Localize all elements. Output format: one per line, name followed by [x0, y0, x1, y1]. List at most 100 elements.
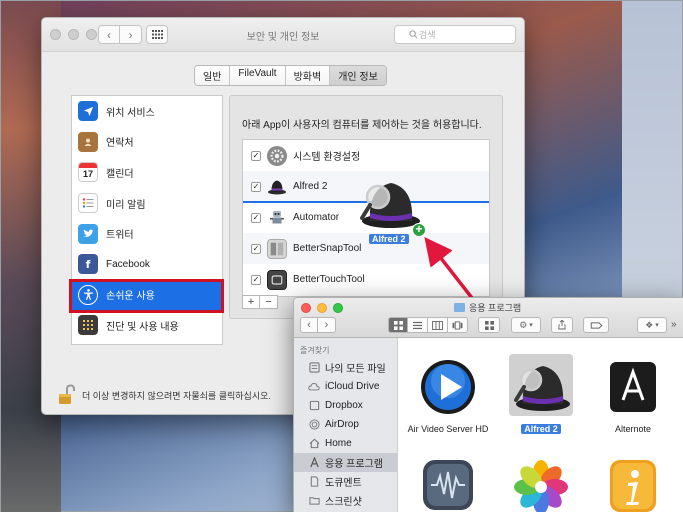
- sidebar-item-icloud-drive[interactable]: iCloud Drive: [294, 377, 397, 396]
- share-icon: [558, 320, 566, 330]
- sidebar-item-diagnostics[interactable]: 진단 및 사용 내용: [72, 310, 222, 341]
- app-checkbox[interactable]: ✓: [251, 150, 261, 161]
- sidebar-item-accessibility[interactable]: 손쉬운 사용: [72, 279, 222, 311]
- remove-app-button[interactable]: −: [260, 295, 278, 309]
- app-checkbox[interactable]: ✓: [251, 181, 261, 192]
- finder-titlebar: 응용 프로그램 ‹ › ⚙ ▾ ❖ ▾ »: [294, 298, 683, 338]
- air-video-play-icon: [421, 360, 475, 414]
- app-item-air-video-server[interactable]: Air Video Server HD: [403, 356, 493, 434]
- app-item-alfred[interactable]: Alfred 2: [496, 356, 586, 434]
- app-item-label: Alfred 2: [521, 424, 561, 434]
- sidebar-item-all-my-files[interactable]: 나의 모든 파일: [294, 358, 397, 377]
- icon-view-button[interactable]: [388, 317, 408, 333]
- tag-icon: [590, 321, 602, 329]
- reminders-list-icon: [78, 193, 98, 214]
- applications-icon: [308, 457, 320, 469]
- sidebar-item-twitter[interactable]: 트위터: [72, 218, 222, 249]
- app-item-label: Alternote: [614, 424, 652, 434]
- sidebar-item-facebook[interactable]: f Facebook: [72, 249, 222, 280]
- sidebar-item-label: 진단 및 사용 내용: [106, 321, 179, 333]
- app-row-bettertouchtool[interactable]: ✓ BetterTouchTool: [243, 264, 489, 295]
- sidebar-item-label: 연락처: [106, 138, 134, 150]
- app-item-alternote[interactable]: Alternote: [588, 356, 678, 434]
- app-checkbox[interactable]: ✓: [251, 243, 261, 254]
- add-app-button[interactable]: +: [242, 295, 260, 309]
- app-item-photos-flower[interactable]: [496, 454, 586, 512]
- tags-button[interactable]: [583, 317, 609, 333]
- location-arrow-icon: [78, 101, 98, 122]
- app-item-audio-wave[interactable]: [403, 454, 493, 512]
- gear-icon: ⚙: [519, 319, 528, 330]
- dropbox-menu-button[interactable]: ❖ ▾: [637, 317, 667, 333]
- chevron-right-icon: ›: [324, 319, 329, 331]
- app-item-label: Air Video Server HD: [407, 424, 489, 434]
- unlocked-padlock-icon[interactable]: [58, 384, 76, 406]
- list-view-button[interactable]: [408, 317, 428, 333]
- finder-close-button[interactable]: [301, 303, 311, 313]
- automator-robot-icon: [267, 208, 287, 228]
- tab-filevault[interactable]: FileVault: [230, 66, 286, 85]
- sidebar-item-reminders[interactable]: 미리 알림: [72, 188, 222, 219]
- sidebar-item-label: 스크린샷: [325, 497, 362, 508]
- sidebar-item-contacts[interactable]: 연락처: [72, 127, 222, 158]
- audio-waveform-icon: [423, 460, 473, 510]
- finder-minimize-button[interactable]: [317, 303, 327, 313]
- sidebar-item-applications[interactable]: 응용 프로그램: [294, 453, 397, 472]
- sidebar-item-label: 위치 서비스: [106, 107, 155, 119]
- app-row-bettersnaptool[interactable]: ✓ BetterSnapTool: [243, 233, 489, 264]
- documents-icon: [308, 476, 320, 488]
- app-checkbox[interactable]: ✓: [251, 274, 261, 285]
- arrange-button[interactable]: [478, 317, 500, 333]
- column-view-button[interactable]: [428, 317, 448, 333]
- sidebar-item-airdrop[interactable]: AirDrop: [294, 415, 397, 434]
- tab-privacy[interactable]: 개인 정보: [330, 66, 386, 85]
- finder-title: 응용 프로그램: [454, 301, 521, 314]
- accessibility-icon: [78, 284, 98, 305]
- sidebar-item-label: iCloud Drive: [325, 381, 380, 392]
- finder-forward-button[interactable]: ›: [318, 317, 336, 333]
- favorites-header: 즐겨찾기: [300, 346, 330, 355]
- tab-general[interactable]: 일반: [195, 66, 231, 85]
- sidebar-item-dropbox[interactable]: Dropbox: [294, 396, 397, 415]
- window-titlebar: ‹ › 보안 및 개인 정보 검색: [42, 18, 524, 52]
- all-files-icon: [308, 362, 320, 374]
- bettertouchtool-icon: [267, 269, 287, 290]
- share-button[interactable]: [551, 317, 573, 333]
- finder-window: 응용 프로그램 ‹ › ⚙ ▾ ❖ ▾ » 즐겨찾기 나의 모든 파일 iClo…: [293, 297, 683, 512]
- sidebar-item-label: Facebook: [106, 258, 150, 270]
- sidebar-item-location[interactable]: 위치 서비스: [72, 96, 222, 127]
- column-view-icon: [432, 320, 443, 330]
- app-row-system-preferences[interactable]: ✓ 시스템 환경설정: [243, 140, 489, 171]
- app-label: BetterTouchTool: [293, 274, 365, 285]
- home-icon: [308, 438, 320, 450]
- lock-hint-text: 더 이상 변경하지 않으려면 자물쇠를 클릭하십시오.: [82, 390, 271, 401]
- cloud-icon: [308, 381, 320, 393]
- overflow-chevron-icon[interactable]: »: [671, 319, 677, 330]
- chevron-left-icon: ‹: [307, 319, 311, 331]
- finder-zoom-button[interactable]: [333, 303, 343, 313]
- add-remove-controls: + −: [242, 295, 278, 309]
- tab-firewall[interactable]: 방화벽: [285, 66, 331, 85]
- app-item-info[interactable]: [588, 454, 678, 512]
- panel-heading: 아래 App이 사용자의 컴퓨터를 제어하는 것을 허용합니다.: [242, 120, 482, 131]
- dropbox-icon: ❖: [645, 319, 654, 330]
- finder-back-button[interactable]: ‹: [300, 317, 318, 333]
- sidebar-item-home[interactable]: Home: [294, 434, 397, 453]
- sidebar-item-label: 도큐멘트: [325, 478, 362, 489]
- list-view-icon: [413, 321, 422, 329]
- sidebar-item-label: Dropbox: [325, 400, 363, 411]
- chevron-down-icon: ▾: [655, 322, 659, 329]
- sidebar-item-screenshots[interactable]: 스크린샷: [294, 491, 397, 510]
- app-checkbox[interactable]: ✓: [251, 212, 261, 223]
- folder-icon: [308, 495, 320, 507]
- sidebar-item-label: 나의 모든 파일: [325, 364, 386, 375]
- finder-title-text: 응용 프로그램: [469, 303, 522, 313]
- action-menu-button[interactable]: ⚙ ▾: [511, 317, 541, 333]
- calendar-icon: 17: [78, 162, 98, 183]
- sidebar-item-calendar[interactable]: 17 캘린더: [72, 157, 222, 188]
- app-label: BetterSnapTool: [293, 243, 362, 254]
- sidebar-item-documents[interactable]: 도큐멘트: [294, 472, 397, 491]
- coverflow-view-button[interactable]: [448, 317, 468, 333]
- folder-icon: [454, 303, 465, 312]
- search-input[interactable]: 검색: [394, 25, 516, 44]
